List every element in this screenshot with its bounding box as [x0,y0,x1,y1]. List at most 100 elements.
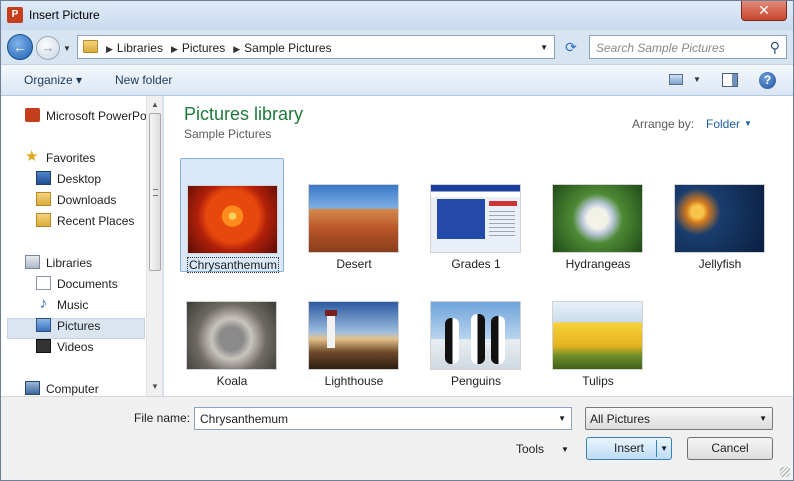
sidebar-item-libraries[interactable]: Libraries [25,253,145,273]
insert-button[interactable]: Insert ▼ [586,437,672,460]
library-subtitle: Sample Pictures [184,127,272,141]
file-item-desert[interactable]: Desert [302,158,406,272]
arrange-by-label: Arrange by: [632,117,695,131]
nav-scrollbar[interactable]: ▲ ▼ [146,96,162,396]
file-item-tulips[interactable]: Tulips [546,275,650,389]
library-title: Pictures library [184,104,304,124]
breadcrumb-separator-icon[interactable]: ▶ [171,44,178,54]
grip-icon [153,189,158,196]
sidebar-item-music[interactable]: ♪ Music [36,295,144,315]
thumbnail-image [308,184,399,253]
view-options-dropdown[interactable]: ▼ [693,75,701,84]
libraries-icon [25,255,40,269]
address-bar[interactable]: ▶ Libraries ▶ Pictures ▶ Sample Pictures ▼ [77,35,555,59]
file-type-value: All Pictures [590,412,651,426]
scrollbar-thumb[interactable] [149,113,161,271]
breadcrumb-libraries[interactable]: Libraries [117,41,163,55]
file-name-label: Penguins [450,374,502,388]
help-icon[interactable]: ? [759,72,776,89]
pictures-icon [36,318,51,332]
file-item-lighthouse[interactable]: Lighthouse [302,275,406,389]
file-name-label: File name: [134,411,191,425]
window-title: Insert Picture [29,8,100,22]
thumbnail-image [552,301,643,370]
new-folder-button[interactable]: New folder [115,73,172,87]
sidebar-item-documents[interactable]: Documents [36,274,144,294]
file-name-label: Jellyfish [698,257,742,271]
videos-icon [36,339,51,353]
thumbnail-image [430,184,521,253]
change-view-icon[interactable] [669,74,683,85]
command-bar: Organize ▾ New folder ▼ ? [1,64,793,96]
insert-picture-dialog: P Insert Picture ✕ ← → ▼ ▶ Libraries ▶ Pict… [0,0,794,481]
file-item-koala[interactable]: Koala [180,275,284,389]
music-icon: ♪ [39,295,48,312]
file-name-value: Chrysanthemum [200,412,289,426]
chevron-down-icon[interactable]: ▼ [759,414,767,423]
sidebar-item-label: Microsoft PowerPoint [46,109,147,123]
file-name-label: Hydrangeas [565,257,631,271]
star-icon: ★ [25,148,39,165]
breadcrumb-separator-icon[interactable]: ▶ [106,44,113,54]
sidebar-item-favorites[interactable]: ★ Favorites [25,148,145,168]
sidebar-item-downloads[interactable]: Downloads [36,190,144,210]
split-divider [656,440,657,457]
file-name-field[interactable]: Chrysanthemum ▼ [194,407,572,430]
back-button[interactable]: ← [7,34,33,60]
file-item-jellyfish[interactable]: Jellyfish [668,158,772,272]
thumbnail-image [186,301,277,370]
file-item-grades-1[interactable]: Grades 1 [424,158,528,272]
sidebar-item-microsoft-powerpoint[interactable]: Microsoft PowerPoint [25,106,147,126]
sidebar-item-pictures[interactable]: Pictures [36,316,144,336]
navigation-pane: Microsoft PowerPoint ★ Favorites Desktop… [1,96,163,396]
desktop-icon [36,171,51,185]
sidebar-item-label: Recent Places [57,214,135,228]
organize-button[interactable]: Organize ▾ [24,73,82,87]
scroll-down-icon[interactable]: ▼ [151,382,159,391]
breadcrumb-separator-icon[interactable]: ▶ [233,44,240,54]
file-type-select[interactable]: All Pictures ▼ [585,407,773,430]
file-item-penguins[interactable]: Penguins [424,275,528,389]
dialog-footer: File name: Chrysanthemum ▼ All Pictures … [1,396,793,480]
sidebar-item-label: Favorites [46,151,96,165]
breadcrumb-pictures[interactable]: Pictures [182,41,225,55]
file-name-label: Koala [216,374,248,388]
insert-options-dropdown-icon[interactable]: ▼ [660,438,668,459]
documents-icon [36,276,51,290]
thumbnail-image [674,184,765,253]
sidebar-item-videos[interactable]: Videos [36,337,144,357]
close-button[interactable]: ✕ [741,1,787,21]
chevron-down-icon[interactable]: ▼ [558,414,566,423]
sidebar-item-label: Pictures [57,319,101,333]
folder-icon [83,40,98,53]
breadcrumb: ▶ Libraries ▶ Pictures ▶ Sample Pictures [102,41,336,55]
search-input[interactable]: Search Sample Pictures ⚲ [589,35,787,59]
forward-button[interactable]: → [36,36,60,60]
sidebar-item-label: Videos [57,340,94,354]
powerpoint-app-icon: P [7,7,23,23]
tools-button[interactable]: Tools [516,442,544,456]
chevron-down-icon[interactable]: ▼ [561,445,569,454]
arrange-by-dropdown[interactable]: Folder [706,117,740,131]
thumbnail-image [187,185,278,254]
scroll-up-icon[interactable]: ▲ [151,100,159,109]
file-item-hydrangeas[interactable]: Hydrangeas [546,158,650,272]
recent-locations-dropdown[interactable]: ▼ [63,44,71,53]
sidebar-item-recent-places[interactable]: Recent Places [36,211,144,231]
file-name-label: Desert [336,257,372,271]
file-name-label: Lighthouse [324,374,384,388]
file-name: Chrysanthemum [186,257,280,273]
breadcrumb-sample-pictures[interactable]: Sample Pictures [244,41,331,55]
sidebar-item-label: Music [57,298,89,312]
chevron-down-icon[interactable]: ▼ [744,119,752,128]
cancel-button[interactable]: Cancel [687,437,773,460]
sidebar-item-label: Computer [46,382,99,396]
preview-pane-icon[interactable] [722,73,738,87]
file-name-label: Grades 1 [451,257,501,271]
resize-grip-icon[interactable] [780,467,790,477]
file-item-chrysanthemum[interactable]: Chrysanthemum [180,158,284,273]
refresh-icon[interactable]: ⟳ [559,35,583,59]
sidebar-item-desktop[interactable]: Desktop [36,169,144,189]
address-dropdown-icon[interactable]: ▼ [540,43,548,52]
search-icon: ⚲ [769,39,780,55]
